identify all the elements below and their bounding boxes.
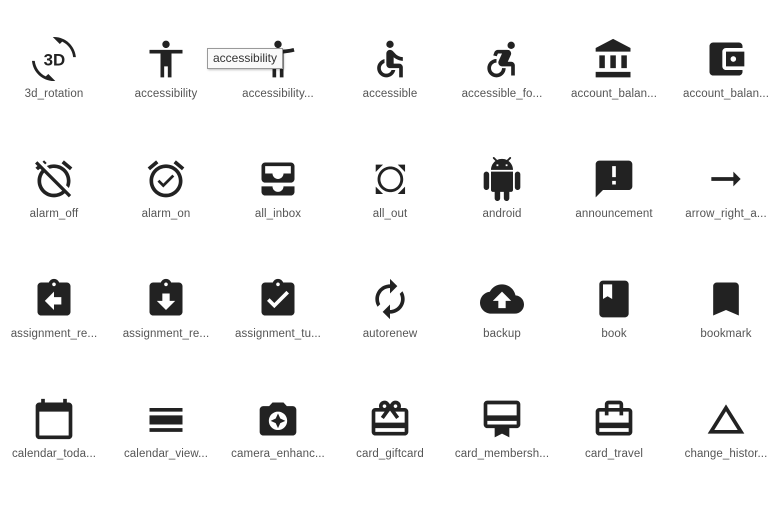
calendar-today-icon [31, 396, 77, 442]
alarm-on-icon [143, 156, 189, 202]
accessible-forward-icon [479, 36, 525, 82]
icon-tile[interactable]: alarm_on [110, 144, 222, 234]
icon-tile[interactable]: card_travel [558, 384, 670, 474]
icon-tile[interactable]: bookmark [670, 264, 778, 354]
icon-tile[interactable]: autorenew [334, 264, 446, 354]
3d-rotation-icon: 3D [31, 36, 77, 82]
assignment-returned-icon [143, 276, 189, 322]
icon-tile[interactable]: all_inbox [222, 144, 334, 234]
icon-label: account_balan... [571, 88, 657, 100]
icon-tile[interactable]: announcement [558, 144, 670, 234]
icon-label: accessibility [134, 88, 198, 100]
icon-label: backup [483, 328, 521, 340]
icon-tile[interactable]: account_balan... [670, 24, 778, 114]
accessible-icon [367, 36, 413, 82]
icon-label: 3d_rotation [24, 88, 84, 100]
icon-tile[interactable]: assignment_tu... [222, 264, 334, 354]
icon-tile[interactable]: calendar_toda... [0, 384, 110, 474]
account-balance-wallet-icon [703, 36, 749, 82]
bookmark-icon [703, 276, 749, 322]
icon-tile[interactable]: accessibility [110, 24, 222, 114]
icon-label: change_histor... [684, 448, 768, 460]
announcement-icon [591, 156, 637, 202]
icon-tile[interactable]: book [558, 264, 670, 354]
tooltip: accessibility [207, 48, 284, 69]
icon-tile[interactable]: accessible_fo... [446, 24, 558, 114]
change-history-icon [703, 396, 749, 442]
icon-label: card_giftcard [356, 448, 424, 460]
icon-label: card_travel [585, 448, 643, 460]
icon-label: account_balan... [683, 88, 769, 100]
icon-tile[interactable]: card_membersh... [446, 384, 558, 474]
icon-tile[interactable]: android [446, 144, 558, 234]
icon-label: all_out [372, 208, 408, 220]
icon-tile[interactable]: card_giftcard [334, 384, 446, 474]
icon-label: accessibility... [242, 88, 314, 100]
icon-tile[interactable]: all_out [334, 144, 446, 234]
icon-label: calendar_toda... [11, 448, 97, 460]
icon-label: calendar_view... [123, 448, 209, 460]
icon-tile[interactable]: calendar_view... [110, 384, 222, 474]
icon-tile[interactable]: arrow_right_a... [670, 144, 778, 234]
icon-label: accessible [362, 88, 418, 100]
icon-tile[interactable]: assignment_re... [110, 264, 222, 354]
icon-tile[interactable]: account_balan... [558, 24, 670, 114]
icon-tile[interactable]: alarm_off [0, 144, 110, 234]
icon-label: accessible_fo... [461, 88, 543, 100]
all-inbox-icon [255, 156, 301, 202]
calendar-view-day-icon [143, 396, 189, 442]
android-icon [479, 156, 525, 202]
assignment-turned-in-icon [255, 276, 301, 322]
book-icon [591, 276, 637, 322]
icon-tile[interactable]: accessibility... [222, 24, 334, 114]
icon-label: assignment_tu... [235, 328, 321, 340]
card-travel-icon [591, 396, 637, 442]
icon-tile[interactable]: 3D 3d_rotation [0, 24, 110, 114]
icon-grid: accessibility 3D 3d_rotation accessibility… [0, 0, 778, 513]
icon-tile[interactable]: backup [446, 264, 558, 354]
svg-text:3D: 3D [44, 51, 66, 70]
icon-label: all_inbox [254, 208, 302, 220]
card-membership-icon [479, 396, 525, 442]
icon-label: bookmark [700, 328, 752, 340]
icon-tile[interactable]: camera_enhanc... [222, 384, 334, 474]
all-out-icon [367, 156, 413, 202]
icon-label: autorenew [362, 328, 418, 340]
icon-label: announcement [575, 208, 653, 220]
icon-tile[interactable]: change_histor... [670, 384, 778, 474]
icon-label: alarm_on [141, 208, 191, 220]
backup-icon [479, 276, 525, 322]
icon-label: card_membersh... [454, 448, 550, 460]
accessibility-icon [143, 36, 189, 82]
icon-label: book [601, 328, 627, 340]
camera-enhance-icon [255, 396, 301, 442]
autorenew-icon [367, 276, 413, 322]
icon-label: assignment_re... [10, 328, 98, 340]
icon-label: arrow_right_a... [685, 208, 767, 220]
icon-label: assignment_re... [122, 328, 210, 340]
account-balance-icon [591, 36, 637, 82]
alarm-off-icon [31, 156, 77, 202]
icon-label: camera_enhanc... [231, 448, 325, 460]
assignment-return-icon [31, 276, 77, 322]
arrow-right-alt-icon [703, 156, 749, 202]
icon-label: android [482, 208, 522, 220]
icon-label: alarm_off [29, 208, 79, 220]
icon-tile[interactable]: assignment_re... [0, 264, 110, 354]
icon-tile[interactable]: accessible [334, 24, 446, 114]
card-giftcard-icon [367, 396, 413, 442]
